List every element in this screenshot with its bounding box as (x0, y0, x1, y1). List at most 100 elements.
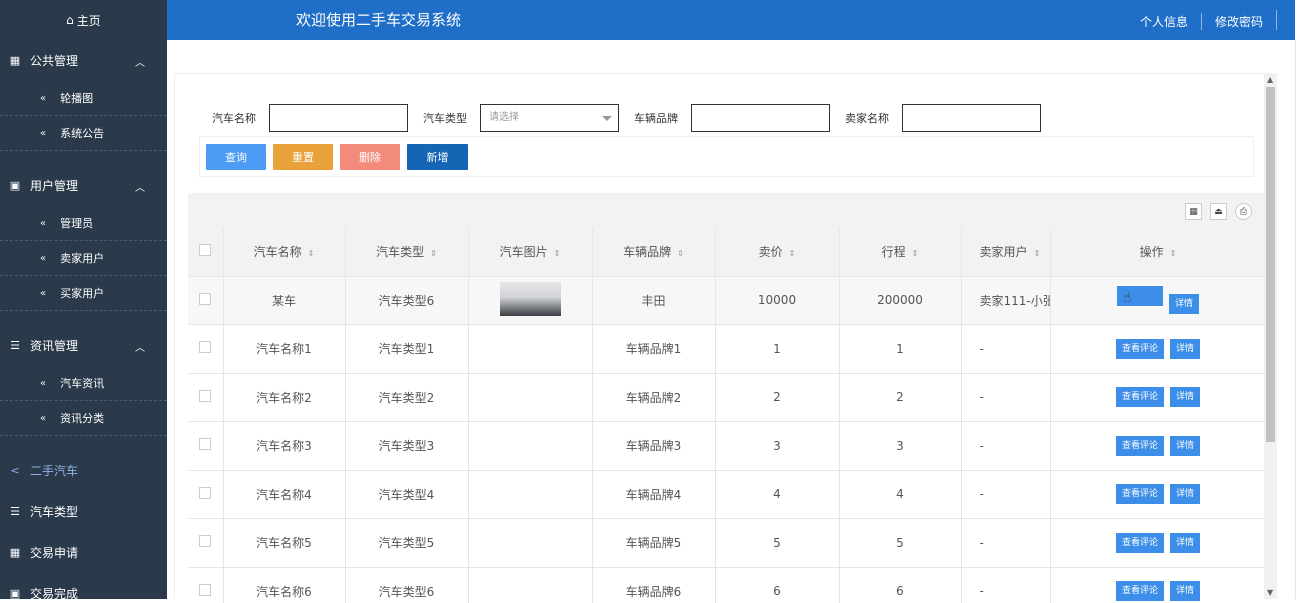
checkbox[interactable] (199, 486, 212, 499)
row-select[interactable] (188, 276, 224, 325)
table-row[interactable]: 汽车名称3 汽车类型3 车辆品牌3 3 3 - 查看评论 详情 (188, 421, 1266, 471)
sort-icon: ⇕ (1033, 249, 1041, 259)
table-row[interactable]: 某车 汽车类型6 丰田 10000 200000 卖家111-小张车 详情 (188, 276, 1266, 325)
scrollbar-thumb[interactable] (1266, 87, 1275, 442)
column-header[interactable]: 操作 ⇕ (1050, 228, 1266, 277)
sort-icon: ⇕ (1169, 249, 1177, 259)
row-select[interactable] (188, 421, 224, 471)
double-arrow-left-icon: « (40, 412, 47, 424)
page-scrollbar[interactable] (1295, 40, 1304, 599)
table-row[interactable]: 汽车名称4 汽车类型4 车辆品牌4 4 4 - 查看评论 详情 (188, 470, 1266, 519)
column-header[interactable]: 卖价 ⇕ (715, 228, 840, 277)
sidebar-group-news[interactable]: ☰ 资讯管理 ︿ (0, 325, 167, 366)
car-image-cell (468, 324, 593, 374)
sidebar-group-public[interactable]: ▦ 公共管理 ︿ (0, 40, 167, 81)
header-select-all[interactable] (188, 228, 224, 277)
view-comments-button[interactable]: 查看评论 (1115, 532, 1164, 553)
car-name-input[interactable] (269, 104, 408, 132)
sidebar-item-label: 二手汽车 (30, 464, 79, 478)
action-bar: 查询 重置 删除 新增 (199, 136, 1254, 177)
details-button[interactable]: 详情 (1168, 294, 1199, 315)
view-comments-button[interactable]: 查看评论 (1115, 435, 1164, 456)
chevron-down-icon (602, 116, 612, 121)
table-row[interactable]: 汽车名称6 汽车类型6 车辆品牌6 6 6 - 查看评论 详情 (188, 567, 1266, 603)
row-select[interactable] (188, 324, 224, 374)
print-icon[interactable]: ⎙ (1235, 203, 1252, 220)
column-header[interactable]: 汽车名称 ⇕ (223, 228, 346, 277)
column-header[interactable]: 汽车图片 ⇕ (468, 228, 593, 277)
double-arrow-left-icon: « (40, 377, 47, 389)
view-comments-button[interactable]: 查看评论 (1115, 581, 1164, 602)
sidebar-item-trade-requests[interactable]: ▦ 交易申请 (0, 532, 167, 573)
column-header[interactable]: 卖家用户 ⇕ (961, 228, 1051, 277)
row-select[interactable] (188, 373, 224, 422)
checkbox[interactable] (199, 438, 212, 451)
add-button[interactable]: 新增 (407, 144, 468, 170)
checkbox[interactable] (199, 389, 212, 402)
details-button[interactable]: 详情 (1170, 484, 1201, 505)
personal-info-link[interactable]: 个人信息 (1127, 13, 1201, 30)
details-button[interactable]: 详情 (1170, 387, 1201, 408)
seller-input[interactable] (902, 104, 1041, 132)
mileage-cell: 1 (839, 324, 962, 374)
sidebar-item-trades-done[interactable]: ▣ 交易完成 (0, 573, 167, 599)
reset-button[interactable]: 重置 (273, 144, 333, 170)
car-type-select[interactable]: 请选择 (480, 104, 619, 132)
sidebar-item-news-category[interactable]: « 资讯分类 (0, 401, 167, 436)
checkbox[interactable] (199, 244, 212, 257)
scroll-up-icon[interactable]: ▲ (1267, 75, 1273, 84)
sort-icon: ⇕ (677, 249, 684, 259)
details-button[interactable]: 详情 (1170, 435, 1201, 456)
sidebar-item-car-types[interactable]: ☰ 汽车类型 (0, 491, 167, 532)
view-comments-button[interactable]: 查看评论 (1115, 387, 1164, 408)
view-comments-button[interactable]: 查看评论 (1115, 338, 1164, 359)
seller-cell: - (961, 518, 1051, 568)
checkbox[interactable] (199, 583, 212, 596)
delete-button[interactable]: 删除 (340, 144, 400, 170)
column-header[interactable]: 车辆品牌 ⇕ (592, 228, 716, 277)
brand-cell: 车辆品牌4 (592, 470, 716, 519)
table-row[interactable]: 汽车名称5 汽车类型5 车辆品牌5 5 5 - 查看评论 详情 (188, 518, 1266, 568)
scroll-down-icon[interactable]: ▼ (1267, 588, 1273, 597)
details-button[interactable]: 详情 (1170, 532, 1201, 553)
checkbox[interactable] (199, 535, 212, 548)
share-icon: < (10, 464, 20, 477)
brand-cell: 车辆品牌6 (592, 567, 716, 603)
sidebar-item-sellers[interactable]: « 卖家用户 (0, 241, 167, 276)
sidebar-item-admin[interactable]: « 管理员 (0, 206, 167, 241)
sidebar-item-car-news[interactable]: « 汽车资讯 (0, 366, 167, 401)
price-cell: 3 (715, 421, 840, 471)
table-row[interactable]: 汽车名称2 汽车类型2 车辆品牌2 2 2 - 查看评论 详情 (188, 373, 1266, 422)
home-icon: ⌂ (66, 13, 74, 27)
sidebar-item-used-cars[interactable]: < 二手汽车 (0, 450, 167, 491)
details-button[interactable]: 详情 (1170, 581, 1201, 602)
checkbox[interactable] (199, 292, 212, 305)
sidebar-item-buyers[interactable]: « 买家用户 (0, 276, 167, 311)
row-select[interactable] (188, 567, 224, 603)
price-cell: 4 (715, 470, 840, 519)
change-password-link[interactable]: 修改密码 (1200, 13, 1276, 30)
view-comments-button[interactable]: 查看评论 (1115, 484, 1164, 505)
columns-icon[interactable]: ▦ (1185, 203, 1202, 220)
sidebar-group-users[interactable]: ▣ 用户管理 ︿ (0, 165, 167, 206)
row-select[interactable] (188, 470, 224, 519)
list-icon: ☰ (10, 339, 20, 352)
data-table-container: ▦ ⏏ ⎙ 汽车名称 ⇕ 汽车类型 ⇕ 汽车图片 ⇕ 车辆品牌 ⇕ 卖价 ⇕ 行程 ⇕ 卖家… (188, 193, 1266, 603)
checkbox[interactable] (199, 341, 212, 354)
sidebar-item-carousel[interactable]: « 轮播图 (0, 81, 167, 116)
row-select[interactable] (188, 518, 224, 568)
operations-cell: 查看评论 详情 (1050, 324, 1266, 374)
details-button[interactable]: 详情 (1170, 338, 1201, 359)
column-header[interactable]: 汽车类型 ⇕ (345, 228, 469, 277)
column-header[interactable]: 行程 ⇕ (839, 228, 962, 277)
table-scrollbar[interactable]: ▲ ▼ (1264, 73, 1277, 599)
sidebar-home[interactable]: ⌂ 主页 (0, 0, 167, 40)
sidebar-item-notice[interactable]: « 系统公告 (0, 116, 167, 151)
query-button[interactable]: 查询 (206, 144, 266, 170)
sort-icon: ⇕ (430, 249, 437, 259)
sidebar-item-label: 买家用户 (60, 287, 105, 300)
brand-input[interactable] (691, 104, 830, 132)
export-icon[interactable]: ⏏ (1210, 203, 1227, 220)
table-row[interactable]: 汽车名称1 汽车类型1 车辆品牌1 1 1 - 查看评论 详情 (188, 324, 1266, 374)
table-toolbar: ▦ ⏏ ⎙ (188, 193, 1266, 228)
